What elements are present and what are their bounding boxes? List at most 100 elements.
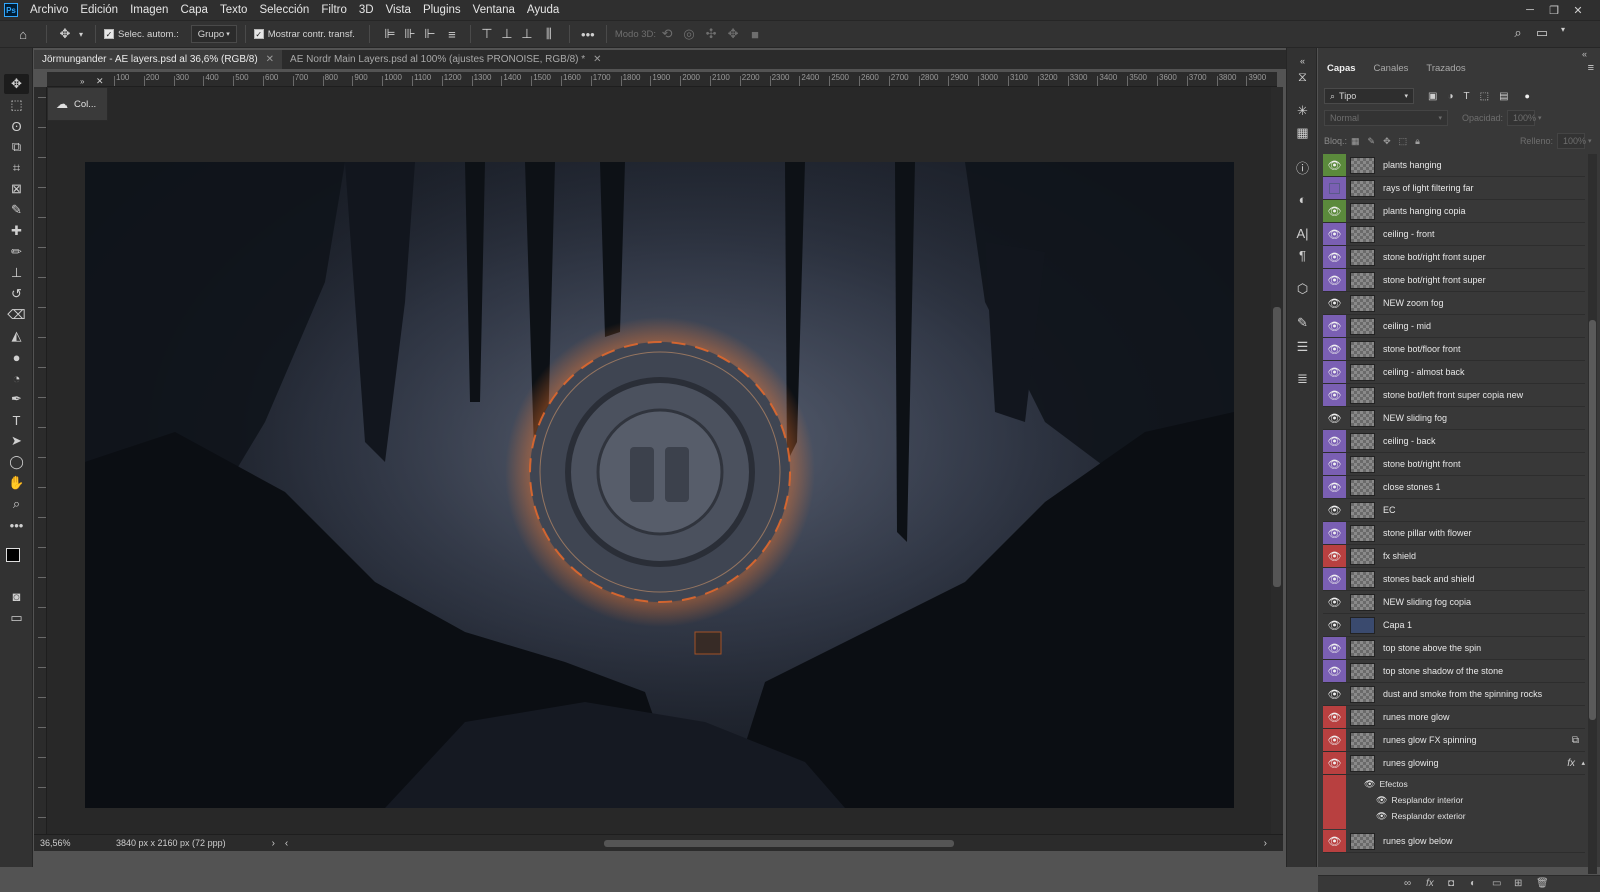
delete-layer-icon[interactable]: 🗑︎ — [1536, 878, 1549, 889]
frame-tool-icon[interactable]: ⊠ — [4, 179, 29, 199]
brushes-icon[interactable]: ✎ — [1291, 312, 1314, 334]
visibility-eye-icon[interactable]: 👁︎ — [1323, 660, 1346, 682]
layer-thumbnail[interactable] — [1350, 547, 1375, 565]
layer-row[interactable]: 👁︎ NEW sliding fog copia — [1323, 591, 1585, 614]
link-layers-icon[interactable]: ∞ — [1404, 878, 1411, 889]
visibility-eye-icon[interactable]: 👁︎ — [1376, 795, 1387, 806]
layer-row[interactable]: 👁︎ stone bot/right front — [1323, 453, 1585, 476]
layer-thumbnail[interactable] — [1350, 202, 1375, 220]
layer-name[interactable]: runes glowing — [1383, 758, 1439, 768]
layer-name[interactable]: ceiling - back — [1383, 436, 1436, 446]
info-icon[interactable]: ⓘ — [1291, 156, 1314, 178]
layer-thumbnail[interactable] — [1350, 731, 1375, 749]
eyedropper-tool-icon[interactable]: ✎ — [4, 200, 29, 220]
layer-name[interactable]: stone pillar with flower — [1383, 528, 1472, 538]
close-panel-icon[interactable]: ✕ — [96, 76, 104, 87]
layer-name[interactable]: NEW zoom fog — [1383, 298, 1444, 308]
layer-name[interactable]: stone bot/floor front — [1383, 344, 1461, 354]
align-top-icon[interactable]: ⊤ — [477, 26, 497, 42]
layer-row[interactable]: 👁︎ top stone above the spin — [1323, 637, 1585, 660]
edit-toolbar-icon[interactable]: ••• — [4, 515, 29, 535]
menu-item[interactable]: Filtro — [315, 0, 353, 20]
layer-thumbnail[interactable] — [1350, 271, 1375, 289]
history-brush-tool-icon[interactable]: ↺ — [4, 284, 29, 304]
new-adjustment-icon[interactable]: ◐ — [1470, 878, 1476, 889]
align-right-icon[interactable]: ⊩ — [420, 26, 440, 42]
lock-image-icon[interactable]: ✎ — [1368, 136, 1376, 147]
visibility-eye-icon[interactable]: 👁︎ — [1323, 637, 1346, 659]
layer-row[interactable]: rays of light filtering far — [1323, 177, 1585, 200]
visibility-eye-icon[interactable]: 👁︎ — [1323, 407, 1346, 429]
layer-name[interactable]: dust and smoke from the spinning rocks — [1383, 689, 1542, 699]
lasso-tool-icon[interactable]: ʘ — [4, 116, 29, 136]
tab-canales[interactable]: Canales — [1365, 63, 1418, 74]
layer-row[interactable]: 👁︎ runes glowing fx ▴ — [1323, 752, 1585, 775]
layer-thumbnail[interactable] — [1350, 639, 1375, 657]
move-tool-icon[interactable]: ✥ — [55, 26, 75, 42]
menu-item[interactable]: Selección — [253, 0, 315, 20]
visibility-eye-icon[interactable]: 👁︎ — [1323, 499, 1346, 521]
hand-tool-icon[interactable]: ✋ — [4, 473, 29, 493]
layer-name[interactable]: close stones 1 — [1383, 482, 1441, 492]
scroll-left-icon[interactable]: ‹ — [285, 838, 288, 849]
filter-pixel-icon[interactable]: ▣ — [1428, 91, 1437, 102]
collapsed-panel-dock[interactable]: ☁ Col... — [47, 87, 108, 121]
close-window-icon[interactable]: ✕ — [1566, 0, 1590, 20]
layer-name[interactable]: stone bot/right front — [1383, 459, 1461, 469]
align-center-icon[interactable]: ⊪ — [400, 26, 420, 42]
tab-capas[interactable]: Capas — [1318, 63, 1365, 74]
blend-mode-select[interactable]: Normal ▾ — [1324, 110, 1448, 126]
opacity-input[interactable]: 100% — [1507, 110, 1536, 126]
quick-mask-icon[interactable]: ◙ — [4, 586, 29, 606]
blur-tool-icon[interactable]: ● — [4, 347, 29, 367]
add-mask-icon[interactable]: ◘ — [1448, 878, 1454, 889]
layer-thumbnail[interactable] — [1350, 708, 1375, 726]
chevron-down-icon[interactable]: ▾ — [1588, 137, 1592, 145]
layer-name[interactable]: stones back and shield — [1383, 574, 1475, 584]
menu-item[interactable]: Edición — [74, 0, 124, 20]
panel-menu-icon[interactable]: ≡ — [1588, 62, 1594, 74]
chevron-down-icon[interactable]: ▾ — [1538, 114, 1542, 122]
layer-fx-badge[interactable]: fx — [1567, 758, 1575, 769]
scrollbar-thumb[interactable] — [1273, 307, 1281, 587]
chevron-up-icon[interactable]: ▴ — [1581, 759, 1585, 767]
zoom-tool-icon[interactable]: ⌕ — [4, 494, 29, 514]
visibility-eye-icon[interactable]: 👁︎ — [1323, 200, 1346, 222]
tab-nordr-main[interactable]: AE Nordr Main Layers.psd al 100% (ajuste… — [282, 50, 610, 69]
menu-item[interactable]: Texto — [214, 0, 254, 20]
visibility-eye-icon[interactable]: 👁︎ — [1364, 779, 1375, 790]
visibility-eye-icon[interactable]: 👁︎ — [1323, 729, 1346, 751]
more-options-icon[interactable]: ••• — [578, 27, 598, 42]
menu-item[interactable]: Capa — [174, 0, 214, 20]
layer-row[interactable]: 👁︎ stones back and shield — [1323, 568, 1585, 591]
layer-name[interactable]: plants hanging — [1383, 160, 1442, 170]
filter-adjustment-icon[interactable]: ◑ — [1447, 91, 1453, 102]
layer-name[interactable]: stone bot/right front super — [1383, 252, 1486, 262]
visibility-eye-icon[interactable]: 👁︎ — [1323, 522, 1346, 544]
brush-settings-icon[interactable]: ✳ — [1291, 100, 1314, 122]
align-middle-icon[interactable]: ⊥ — [497, 26, 517, 42]
effect-item[interactable]: 👁︎ Resplandor interior — [1346, 792, 1585, 808]
layer-comps-icon[interactable]: ≣ — [1291, 368, 1314, 390]
menu-item[interactable]: Archivo — [24, 0, 74, 20]
layer-row[interactable]: 👁︎ EC — [1323, 499, 1585, 522]
layer-row[interactable]: 👁︎ stone pillar with flower — [1323, 522, 1585, 545]
menu-item[interactable]: Ventana — [467, 0, 521, 20]
artwork-canvas[interactable] — [85, 162, 1234, 808]
visibility-eye-icon[interactable]: 👁︎ — [1323, 591, 1346, 613]
menu-item[interactable]: 3D — [353, 0, 380, 20]
layer-row[interactable]: 👁︎ fx shield — [1323, 545, 1585, 568]
group-select[interactable]: Grupo ▾ — [190, 25, 237, 43]
layer-row[interactable]: 👁︎ ceiling - mid — [1323, 315, 1585, 338]
layer-row[interactable]: 👁︎ runes glow FX spinning ⧉ — [1323, 729, 1585, 752]
close-tab-icon[interactable]: ✕ — [593, 54, 601, 65]
eraser-tool-icon[interactable]: ⌫ — [4, 305, 29, 325]
visibility-eye-icon[interactable]: 👁︎ — [1323, 453, 1346, 475]
layer-thumbnail[interactable] — [1350, 317, 1375, 335]
fill-input[interactable]: 100% — [1556, 133, 1586, 149]
layer-thumbnail[interactable] — [1350, 340, 1375, 358]
filter-shape-icon[interactable]: ⬚ — [1480, 91, 1489, 102]
layer-row[interactable]: 👁︎ stone bot/right front super — [1323, 269, 1585, 292]
visibility-eye-icon[interactable]: 👁︎ — [1323, 223, 1346, 245]
layer-thumbnail[interactable] — [1350, 156, 1375, 174]
